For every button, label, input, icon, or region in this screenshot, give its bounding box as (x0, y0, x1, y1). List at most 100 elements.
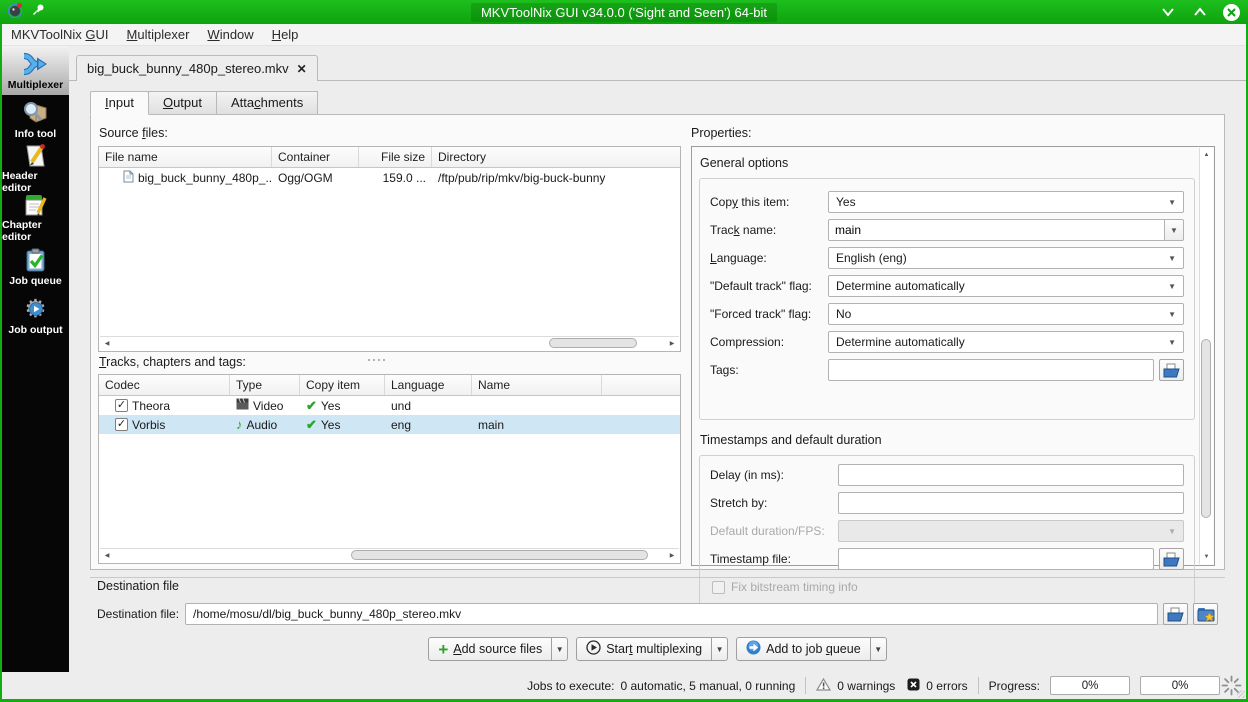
scroll-left-icon[interactable]: ◀ (100, 337, 114, 350)
destination-group-border (90, 577, 1225, 578)
source-files-table[interactable]: File name Container File size Directory … (98, 146, 681, 352)
close-icon[interactable] (1223, 3, 1240, 21)
tab-input[interactable]: Input (90, 91, 149, 115)
sidebar-item-label: Job output (8, 324, 63, 336)
track-name-input[interactable] (828, 219, 1165, 241)
blue-arrow-icon (746, 640, 761, 658)
destination-file-label: Destination file: (97, 607, 180, 621)
track-row-vorbis[interactable]: ✓ Vorbis ♪ Audio ✔ Yes eng main (99, 415, 680, 434)
timestamps-title: Timestamps and default duration (700, 433, 882, 447)
timestamps-group: Delay (in ms): Stretch by: Default durat… (699, 455, 1195, 625)
pencil-document-icon (22, 143, 50, 169)
scroll-right-icon[interactable]: ▶ (665, 549, 679, 562)
tags-browse-button[interactable] (1159, 359, 1184, 381)
left-pane: Source files: File name Container File s… (98, 119, 681, 565)
forced-track-flag-label: "Forced track" flag: (710, 307, 812, 321)
menu-window[interactable]: Window (198, 25, 262, 44)
timestamp-file-input[interactable] (838, 548, 1154, 570)
stretch-by-label: Stretch by: (710, 496, 768, 510)
menu-multiplexer[interactable]: Multiplexer (118, 25, 199, 44)
general-options-group: Copy this item: Yes▼ Track name: ▼ Langu… (699, 178, 1195, 420)
tracks-hscrollbar[interactable]: ◀ ▶ (100, 548, 679, 562)
add-to-job-queue-menu-icon[interactable]: ▼ (870, 637, 887, 661)
sidebar-item-chapter-editor[interactable]: Chapter editor (2, 193, 69, 243)
video-icon (236, 398, 249, 413)
audio-icon: ♪ (236, 417, 243, 432)
plus-icon: + (438, 639, 449, 659)
destination-favorites-button[interactable] (1193, 603, 1218, 625)
default-track-flag-dropdown[interactable]: Determine automatically ▼ (828, 275, 1184, 297)
tab-output[interactable]: Output (147, 91, 217, 115)
properties-vscrollbar[interactable]: ▲ ▼ (1199, 148, 1213, 564)
col-name[interactable]: Name (472, 375, 602, 395)
check-icon: ✔ (306, 397, 317, 413)
sidebar-item-label: Job queue (9, 275, 62, 287)
track-checkbox[interactable]: ✓ (115, 418, 128, 431)
start-multiplexing-button[interactable]: Start multiplexing ▼ (576, 637, 729, 661)
properties-pane: Properties: General options Copy this it… (691, 119, 1219, 625)
col-file-name[interactable]: File name (99, 147, 272, 167)
maximize-icon[interactable] (1191, 3, 1209, 21)
scroll-left-icon[interactable]: ◀ (100, 549, 114, 562)
compression-label: Compression: (710, 335, 785, 349)
fix-bitstream-label: Fix bitstream timing info (731, 580, 858, 594)
destination-file-input[interactable] (185, 603, 1158, 625)
col-copy-item[interactable]: Copy item (300, 375, 385, 395)
tab-attachments[interactable]: Attachments (215, 91, 319, 115)
file-tab[interactable]: big_buck_bunny_480p_stereo.mkv ✕ (76, 55, 318, 81)
sidebar-item-info-tool[interactable]: Info tool (2, 95, 69, 144)
track-checkbox[interactable]: ✓ (115, 399, 128, 412)
destination-row: Destination file: (97, 602, 1218, 626)
tracks-table[interactable]: Codec Type Copy item Language Name ID ✓T… (98, 374, 681, 564)
delay-input[interactable] (838, 464, 1184, 486)
splitter-handle[interactable] (368, 359, 385, 361)
sidebar-item-job-output[interactable]: ⚙ Job output (2, 291, 69, 340)
language-dropdown[interactable]: English (eng) ▼ (828, 247, 1184, 269)
start-multiplexing-menu-icon[interactable]: ▼ (712, 637, 729, 661)
stretch-by-input[interactable] (838, 492, 1184, 514)
col-language[interactable]: Language (385, 375, 472, 395)
compression-dropdown[interactable]: Determine automatically ▼ (828, 331, 1184, 353)
col-codec[interactable]: Codec (99, 375, 230, 395)
tags-label: Tags: (710, 363, 739, 377)
forced-track-flag-dropdown[interactable]: No ▼ (828, 303, 1184, 325)
default-track-flag-label: "Default track" flag: (710, 279, 812, 293)
sidebar-item-job-queue[interactable]: Job queue (2, 242, 69, 291)
menu-help[interactable]: Help (263, 25, 308, 44)
scroll-up-icon[interactable]: ▲ (1200, 148, 1213, 162)
default-duration-label: Default duration/FPS: (710, 524, 825, 538)
progress-current: 0% (1050, 676, 1130, 695)
input-output-tabs: Input Output Attachments (90, 91, 319, 115)
add-source-files-button[interactable]: + Add source files ▼ (428, 637, 569, 661)
file-tab-close-icon[interactable]: ✕ (297, 62, 307, 76)
sidebar-item-header-editor[interactable]: Header editor (2, 143, 69, 194)
add-source-files-menu-icon[interactable]: ▼ (552, 637, 569, 661)
sidebar-item-label: Multiplexer (7, 79, 64, 91)
destination-browse-button[interactable] (1163, 603, 1188, 625)
source-files-header[interactable]: File name Container File size Directory (99, 147, 680, 168)
col-file-size[interactable]: File size (359, 147, 432, 167)
col-container[interactable]: Container (272, 147, 359, 167)
copy-this-item-dropdown[interactable]: Yes ▼ (828, 191, 1184, 213)
resize-grip[interactable] (1237, 690, 1245, 698)
track-row-theora[interactable]: ✓ Theora Video ✔ Yes und (99, 396, 680, 415)
col-id[interactable]: ID (602, 375, 680, 395)
col-directory[interactable]: Directory (432, 147, 680, 167)
add-to-job-queue-button[interactable]: Add to job queue ▼ (736, 637, 887, 661)
sidebar-item-multiplexer[interactable]: Multiplexer (2, 46, 69, 95)
tags-input[interactable] (828, 359, 1154, 381)
col-type[interactable]: Type (230, 375, 300, 395)
track-name-dropdown-icon[interactable]: ▼ (1165, 219, 1184, 241)
multiplexer-view: big_buck_bunny_480p_stereo.mkv ✕ Input O… (69, 46, 1246, 672)
merge-arrows-icon (22, 50, 50, 78)
source-files-hscrollbar[interactable]: ◀ ▶ (100, 336, 679, 350)
general-options-title: General options (700, 156, 789, 170)
scroll-right-icon[interactable]: ▶ (665, 337, 679, 350)
tracks-header[interactable]: Codec Type Copy item Language Name ID (99, 375, 680, 396)
status-bar: Jobs to execute: 0 automatic, 5 manual, … (2, 672, 1246, 699)
scroll-down-icon[interactable]: ▼ (1200, 550, 1213, 564)
source-file-row[interactable]: big_buck_bunny_480p_... Ogg/OGM 159.0 ..… (99, 168, 680, 187)
minimize-icon[interactable] (1159, 3, 1177, 21)
menu-mkvtoolnix-gui[interactable]: MKVToolNix GUI (2, 25, 118, 44)
timestamp-file-browse-button[interactable] (1159, 548, 1184, 570)
